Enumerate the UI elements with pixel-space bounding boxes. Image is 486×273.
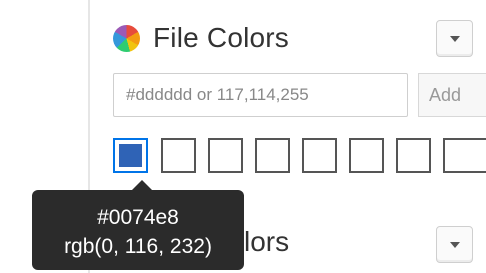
swatch-3[interactable] xyxy=(208,138,243,173)
second-section-title: lors xyxy=(244,226,290,257)
file-colors-header: File Colors xyxy=(113,20,289,56)
dropdown-button-2[interactable] xyxy=(436,226,473,263)
swatch-8[interactable] xyxy=(443,138,486,173)
swatch-4[interactable] xyxy=(255,138,290,173)
color-wheel-icon xyxy=(113,24,140,52)
section-title: File Colors xyxy=(153,22,290,53)
swatch-fill xyxy=(119,144,142,167)
swatch-2[interactable] xyxy=(161,138,196,173)
add-button[interactable]: Add xyxy=(418,73,486,117)
swatch-7[interactable] xyxy=(396,138,431,173)
color-input[interactable] xyxy=(113,73,408,117)
chevron-down-icon xyxy=(449,241,460,248)
swatch-1[interactable] xyxy=(113,138,148,173)
swatch-5[interactable] xyxy=(302,138,337,173)
chevron-down-icon xyxy=(449,35,460,42)
tooltip-arrow xyxy=(132,180,152,190)
swatch-6[interactable] xyxy=(349,138,384,173)
tooltip-hex: #0074e8 xyxy=(97,206,179,229)
tooltip-rgb: rgb(0, 116, 232) xyxy=(64,235,212,258)
dropdown-button[interactable] xyxy=(436,20,473,57)
color-tooltip: #0074e8 rgb(0, 116, 232) xyxy=(32,180,244,270)
